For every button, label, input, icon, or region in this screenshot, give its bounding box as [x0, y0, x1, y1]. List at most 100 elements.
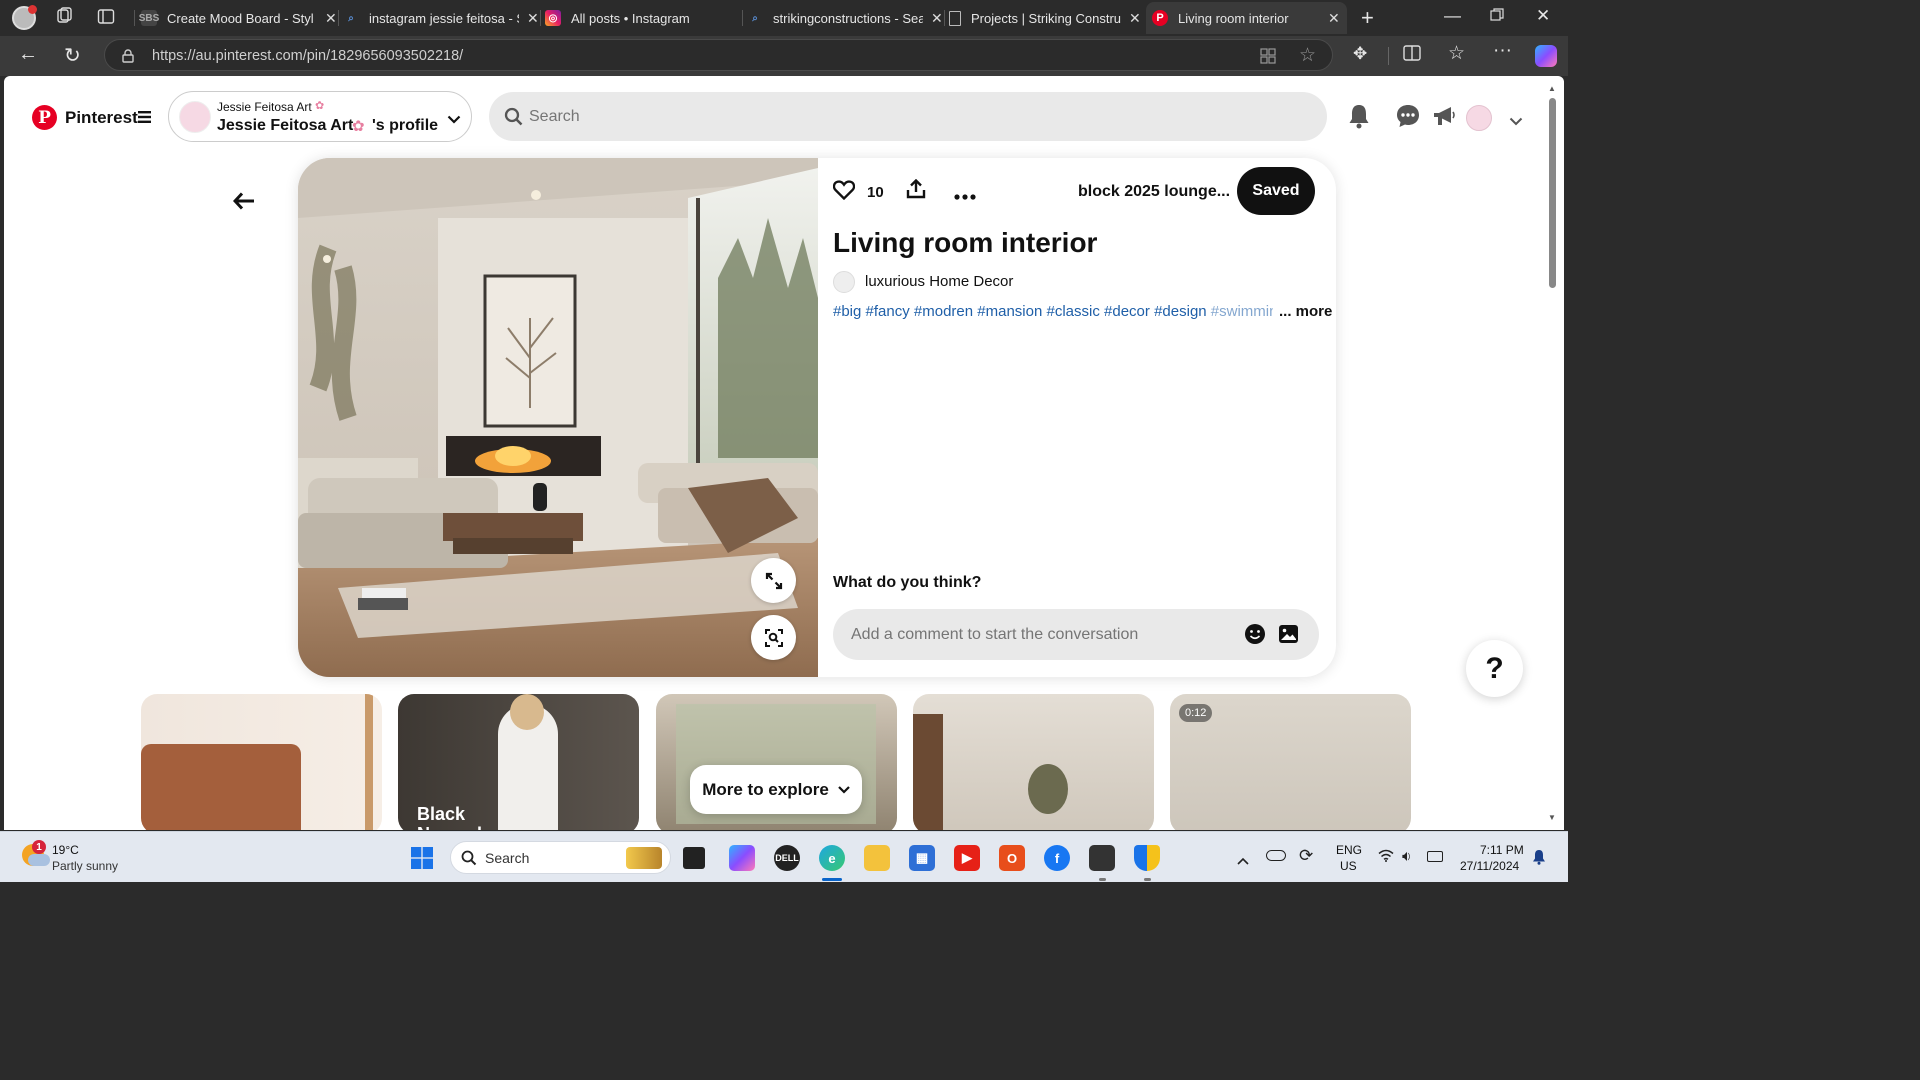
hashtag-link[interactable]: #design	[1154, 303, 1207, 320]
hashtag-link[interactable]: #fancy	[866, 303, 910, 320]
task-view-icon[interactable]	[683, 847, 705, 869]
new-tab-icon[interactable]: +	[1361, 5, 1374, 31]
menu-icon[interactable]	[138, 110, 151, 128]
favorite-star-icon[interactable]: ☆	[1299, 44, 1316, 67]
explore-card-5[interactable]: 0:12	[1170, 694, 1411, 830]
like-heart-icon[interactable]	[832, 180, 856, 205]
volume-icon[interactable]: 🔉︎	[1402, 848, 1411, 865]
news-app-icon[interactable]	[1089, 845, 1115, 871]
tab-living-room[interactable]: P Living room interior ✕	[1146, 2, 1347, 34]
tab-instagram-search[interactable]: ⌕ instagram jessie feitosa - S ✕	[343, 2, 539, 34]
brand-name[interactable]: Pinterest	[65, 108, 138, 128]
split-screen-icon[interactable]	[1403, 45, 1421, 66]
comment-input[interactable]	[851, 623, 1221, 647]
share-icon[interactable]	[906, 178, 926, 204]
profile-avatar-icon[interactable]	[12, 5, 37, 30]
account-switcher[interactable]: Jessie Feitosa Art ✿ Jessie Feitosa Art …	[168, 91, 472, 142]
restore-icon[interactable]	[1490, 7, 1504, 27]
user-avatar[interactable]	[1466, 105, 1492, 131]
clock-date[interactable]: 27/11/2024	[1460, 859, 1519, 873]
creator-avatar[interactable]	[833, 271, 855, 293]
expand-image-button[interactable]	[751, 558, 796, 603]
close-window-icon[interactable]: ✕	[1536, 6, 1550, 26]
close-tab-icon[interactable]: ✕	[1129, 10, 1141, 27]
app-available-icon[interactable]	[1260, 48, 1276, 69]
weather-widget[interactable]: 1 19°C Partly sunny	[20, 840, 150, 876]
creator-name[interactable]: luxurious Home Decor	[865, 273, 1013, 290]
more-to-explore-button[interactable]: More to explore	[690, 765, 862, 814]
close-tab-icon[interactable]: ✕	[1328, 10, 1340, 27]
hashtag-link[interactable]: #modren	[914, 303, 973, 320]
security-shield-icon[interactable]	[1134, 845, 1160, 871]
page-scrollbar[interactable]: ▲ ▼	[1548, 84, 1556, 822]
back-icon[interactable]: ←	[18, 43, 38, 66]
clock-time[interactable]: 7:11 PM	[1480, 843, 1524, 857]
saved-label: Saved	[1252, 182, 1300, 199]
close-tab-icon[interactable]: ✕	[931, 10, 943, 27]
chevron-down-icon[interactable]	[447, 111, 461, 129]
accounts-chevron-down-icon[interactable]	[1509, 113, 1523, 131]
lock-icon[interactable]	[122, 49, 134, 68]
hashtag-link[interactable]: #swimming	[1211, 303, 1273, 320]
notification-bell-icon[interactable]	[1532, 849, 1546, 870]
taskbar-search[interactable]: Search	[450, 841, 671, 874]
language-bottom[interactable]: US	[1340, 859, 1357, 873]
more-description-link[interactable]: ... more	[1279, 303, 1332, 320]
hashtag-link[interactable]: #decor	[1104, 303, 1150, 320]
office-icon[interactable]: O	[999, 845, 1025, 871]
comment-box[interactable]	[833, 609, 1319, 660]
messages-icon[interactable]	[1396, 104, 1420, 133]
hashtag-link[interactable]: #big	[833, 303, 861, 320]
battery-icon[interactable]	[1427, 851, 1443, 862]
explore-card-1[interactable]	[141, 694, 382, 830]
hashtag-link[interactable]: #classic	[1047, 303, 1100, 320]
notifications-bell-icon[interactable]	[1348, 104, 1370, 134]
wifi-icon[interactable]	[1378, 849, 1394, 865]
tab-projects[interactable]: Projects | Striking Constru ✕	[949, 2, 1145, 34]
explore-card-2[interactable]: Black November	[398, 694, 639, 830]
youtube-icon[interactable]: ▶	[954, 845, 980, 871]
url-field[interactable]: https://au.pinterest.com/pin/18296560935…	[104, 39, 1333, 71]
image-upload-icon[interactable]	[1278, 624, 1299, 649]
tab-instagram-posts[interactable]: ◎ All posts • Instagram	[545, 2, 741, 34]
facebook-icon[interactable]: f	[1044, 845, 1070, 871]
file-explorer-icon[interactable]	[864, 845, 890, 871]
explore-card-4[interactable]	[913, 694, 1154, 830]
extensions-icon[interactable]: ✥	[1353, 44, 1367, 64]
copilot-icon[interactable]	[1535, 45, 1557, 67]
copilot-app-icon[interactable]	[729, 845, 755, 871]
workspaces-icon[interactable]	[55, 7, 73, 30]
hashtag-link[interactable]: #mansion	[977, 303, 1042, 320]
show-hidden-icons-chevron-icon[interactable]	[1237, 852, 1249, 870]
dell-app-icon[interactable]: DELL	[774, 845, 800, 871]
tab-mood-board[interactable]: SBS Create Mood Board - Styl ✕	[139, 2, 337, 34]
emoji-icon[interactable]	[1244, 623, 1266, 650]
start-windows-icon[interactable]	[411, 847, 433, 874]
lens-search-icon	[764, 628, 783, 647]
scrollbar-thumb[interactable]	[1549, 98, 1556, 288]
language-top[interactable]: ENG	[1336, 843, 1362, 857]
minimize-icon[interactable]: —	[1444, 6, 1461, 26]
back-arrow-icon[interactable]	[232, 192, 255, 215]
refresh-icon[interactable]: ↻	[64, 43, 81, 68]
favorites-icon[interactable]: ☆	[1448, 42, 1465, 65]
edge-browser-icon[interactable]: e	[819, 845, 845, 871]
board-selector[interactable]: block 2025 lounge...	[1078, 183, 1230, 201]
pinterest-logo-icon[interactable]: P	[32, 105, 57, 130]
more-options-icon[interactable]	[954, 187, 976, 205]
vertical-tabs-icon[interactable]	[97, 8, 115, 31]
close-tab-icon[interactable]: ✕	[325, 10, 337, 27]
visual-search-button[interactable]	[751, 615, 796, 660]
megaphone-icon[interactable]	[1432, 105, 1456, 132]
sync-icon[interactable]: ⟳	[1299, 846, 1313, 866]
search-bar[interactable]	[489, 92, 1327, 141]
search-input[interactable]	[529, 105, 1289, 129]
onedrive-cloud-icon[interactable]	[1266, 850, 1286, 861]
pin-image[interactable]	[298, 158, 818, 677]
microsoft-store-icon[interactable]: ▦	[909, 845, 935, 871]
close-tab-icon[interactable]: ✕	[527, 10, 539, 27]
tab-striking-search[interactable]: ⌕ strikingconstructions - Sea ✕	[747, 2, 943, 34]
help-button[interactable]: ?	[1466, 640, 1523, 697]
saved-button[interactable]: Saved	[1237, 167, 1315, 215]
settings-more-icon[interactable]: ···	[1493, 40, 1512, 62]
